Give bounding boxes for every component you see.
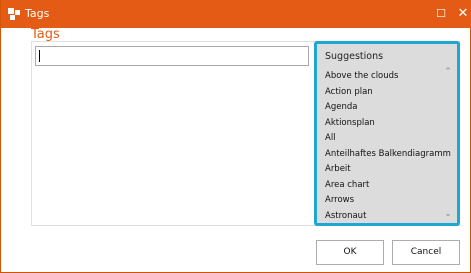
suggestion-item[interactable]: Action plan: [325, 85, 440, 101]
app-icon: [8, 8, 20, 20]
suggestion-item[interactable]: Area chart: [325, 178, 440, 194]
tag-input[interactable]: [35, 46, 309, 66]
suggestions-panel: Suggestions Above the clouds Action plan…: [314, 41, 460, 226]
ok-button[interactable]: OK: [316, 240, 384, 265]
suggestion-item[interactable]: Astronaut: [325, 209, 440, 225]
title-bar[interactable]: Tags ☐ ✕: [1, 0, 471, 28]
maximize-button[interactable]: ☐: [429, 2, 453, 26]
scroll-up-icon[interactable]: ⌃: [441, 66, 455, 78]
suggestion-item[interactable]: Above the clouds: [325, 69, 440, 85]
suggestion-item[interactable]: Aktionsplan: [325, 116, 440, 132]
suggestions-list: Above the clouds Action plan Agenda Akti…: [325, 69, 451, 225]
suggestion-item[interactable]: Arrows: [325, 193, 440, 209]
suggestions-title: Suggestions: [325, 51, 384, 62]
text-caret: [39, 50, 40, 62]
cancel-button[interactable]: Cancel: [392, 240, 460, 265]
maximize-icon: ☐: [436, 7, 446, 20]
suggestion-item[interactable]: Arbeit: [325, 162, 440, 178]
suggestion-item[interactable]: Agenda: [325, 100, 440, 116]
close-icon: ✕: [457, 6, 469, 21]
suggestion-item[interactable]: Anteilhaftes Balkendiagramm: [325, 147, 451, 163]
window-title: Tags: [25, 7, 50, 20]
suggestion-item[interactable]: All: [325, 131, 440, 147]
close-button[interactable]: ✕: [451, 2, 471, 26]
scroll-down-icon[interactable]: ⌄: [441, 208, 455, 220]
tags-dialog: Tags ☐ ✕ Tags Suggestions Above the clou…: [0, 0, 471, 273]
